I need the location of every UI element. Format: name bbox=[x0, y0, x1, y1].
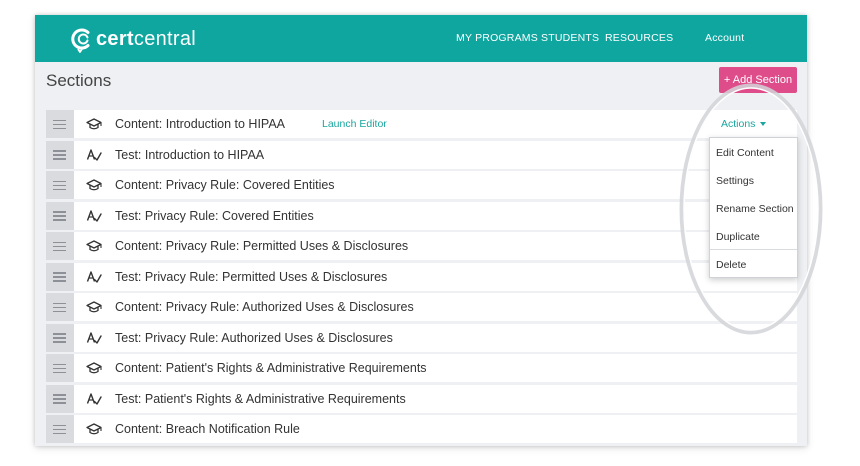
sections-list: Content: Introduction to HIPAA Launch Edi… bbox=[46, 110, 797, 446]
section-row[interactable]: Content: Privacy Rule: Covered Entities bbox=[46, 171, 797, 199]
section-row[interactable]: Content: Introduction to HIPAA Launch Edi… bbox=[46, 110, 797, 138]
menu-item-rename-section[interactable]: Rename Section bbox=[716, 203, 794, 215]
section-row[interactable]: Test: Introduction to HIPAA bbox=[46, 140, 797, 169]
nav-account[interactable]: Account bbox=[705, 15, 744, 62]
section-label[interactable]: Content: Privacy Rule: Covered Entities bbox=[115, 171, 335, 199]
section-label[interactable]: Test: Introduction to HIPAA bbox=[115, 141, 264, 169]
graduation-cap-icon bbox=[86, 421, 102, 437]
app-window: certcentral MY PROGRAMS STUDENTS RESOURC… bbox=[35, 15, 807, 446]
section-row[interactable]: Content: Patient's Rights & Administrati… bbox=[46, 354, 797, 382]
nav-resources[interactable]: RESOURCES bbox=[605, 15, 673, 62]
section-label[interactable]: Content: Introduction to HIPAA bbox=[115, 110, 285, 138]
section-row[interactable]: Test: Patient's Rights & Administrative … bbox=[46, 384, 797, 413]
menu-item-settings[interactable]: Settings bbox=[716, 175, 754, 187]
logo-text: certcentral bbox=[96, 27, 197, 50]
section-row[interactable]: Test: Privacy Rule: Covered Entities bbox=[46, 201, 797, 230]
graduation-cap-icon bbox=[86, 177, 102, 193]
graduation-cap-icon bbox=[86, 116, 102, 132]
checkmark-a-icon bbox=[86, 269, 102, 285]
drag-handle-icon[interactable] bbox=[46, 140, 74, 169]
section-label[interactable]: Content: Privacy Rule: Permitted Uses & … bbox=[115, 232, 408, 260]
actions-dropdown-toggle[interactable]: Actions bbox=[721, 110, 767, 138]
section-row[interactable]: Test: Privacy Rule: Authorized Uses & Di… bbox=[46, 323, 797, 352]
certcentral-logo[interactable]: certcentral bbox=[67, 24, 196, 54]
graduation-cap-icon bbox=[86, 360, 102, 376]
section-row[interactable]: Content: Privacy Rule: Authorized Uses &… bbox=[46, 293, 797, 321]
drag-handle-icon[interactable] bbox=[46, 110, 74, 138]
section-row[interactable]: Content: Privacy Rule: Permitted Uses & … bbox=[46, 232, 797, 260]
checkmark-a-icon bbox=[86, 147, 102, 163]
drag-handle-icon[interactable] bbox=[46, 384, 74, 413]
section-label[interactable]: Test: Privacy Rule: Covered Entities bbox=[115, 202, 314, 230]
actions-label: Actions bbox=[721, 118, 756, 130]
launch-editor-link[interactable]: Launch Editor bbox=[322, 110, 387, 138]
section-label[interactable]: Content: Privacy Rule: Authorized Uses &… bbox=[115, 293, 414, 321]
section-row[interactable]: Content: Breach Notification Rule bbox=[46, 415, 797, 443]
drag-handle-icon[interactable] bbox=[46, 201, 74, 230]
drag-handle-icon[interactable] bbox=[46, 232, 74, 260]
drag-handle-icon[interactable] bbox=[46, 323, 74, 352]
checkmark-a-icon bbox=[86, 330, 102, 346]
section-label[interactable]: Content: Patient's Rights & Administrati… bbox=[115, 354, 427, 382]
graduation-cap-icon bbox=[86, 238, 102, 254]
menu-item-delete[interactable]: Delete bbox=[716, 259, 746, 271]
graduation-cap-icon bbox=[86, 299, 102, 315]
caret-down-icon bbox=[760, 122, 767, 127]
drag-handle-icon[interactable] bbox=[46, 415, 74, 443]
section-row[interactable]: Test: Privacy Rule: Permitted Uses & Dis… bbox=[46, 262, 797, 291]
nav-students[interactable]: STUDENTS bbox=[541, 15, 599, 62]
section-label[interactable]: Test: Privacy Rule: Authorized Uses & Di… bbox=[115, 324, 393, 352]
nav-my-programs[interactable]: MY PROGRAMS bbox=[456, 15, 538, 62]
certcentral-logo-icon bbox=[71, 28, 90, 53]
checkmark-a-icon bbox=[86, 208, 102, 224]
checkmark-a-icon bbox=[86, 391, 102, 407]
drag-handle-icon[interactable] bbox=[46, 293, 74, 321]
section-label[interactable]: Test: Privacy Rule: Permitted Uses & Dis… bbox=[115, 263, 387, 291]
menu-item-duplicate[interactable]: Duplicate bbox=[716, 231, 760, 243]
drag-handle-icon[interactable] bbox=[46, 171, 74, 199]
page-title: Sections bbox=[46, 71, 112, 90]
actions-dropdown-menu: Edit Content Settings Rename Section Dup… bbox=[709, 137, 798, 278]
add-section-button[interactable]: + Add Section bbox=[719, 67, 797, 93]
section-label[interactable]: Content: Breach Notification Rule bbox=[115, 415, 300, 443]
drag-handle-icon[interactable] bbox=[46, 262, 74, 291]
menu-item-edit-content[interactable]: Edit Content bbox=[716, 147, 774, 159]
menu-divider bbox=[710, 249, 797, 250]
section-label[interactable]: Test: Patient's Rights & Administrative … bbox=[115, 385, 406, 413]
top-navbar: certcentral MY PROGRAMS STUDENTS RESOURC… bbox=[35, 15, 807, 62]
drag-handle-icon[interactable] bbox=[46, 354, 74, 382]
